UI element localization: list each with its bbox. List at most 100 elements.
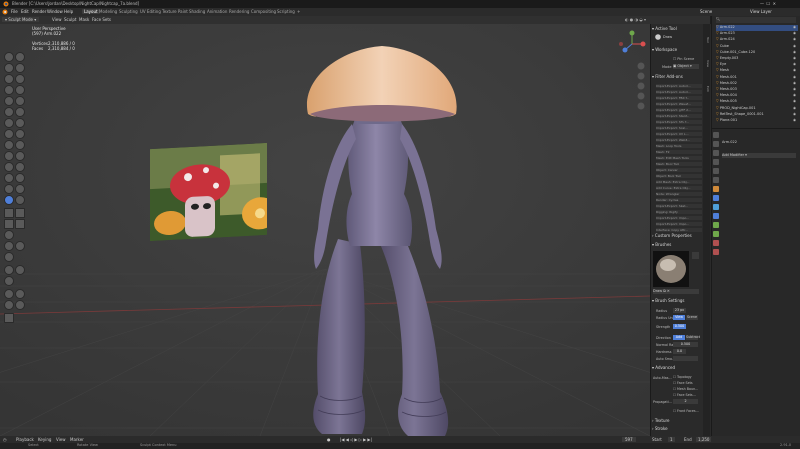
face-sets-boundary-checkbox[interactable]: ☐ Face Sets... <box>673 393 696 397</box>
tool-mask-by-color-icon[interactable] <box>4 265 14 275</box>
brush-preview-thumbnail[interactable] <box>653 251 689 287</box>
addon-item[interactable]: Rigging: Rigify <box>656 210 702 214</box>
visibility-eye-icon[interactable]: ◉ <box>793 50 796 54</box>
visibility-eye-icon[interactable]: ◉ <box>793 31 796 35</box>
tool-smooth-icon[interactable] <box>15 96 25 106</box>
outliner-item[interactable]: ▽ Arm.023 ◉ <box>716 31 798 37</box>
direction-add-button[interactable]: Add <box>673 335 685 340</box>
visibility-eye-icon[interactable]: ◉ <box>793 25 796 29</box>
outliner-item[interactable]: ▽ Cube ◉ <box>716 44 798 50</box>
tool-edit-face-set-icon[interactable] <box>4 252 14 262</box>
tool-paint-icon[interactable] <box>15 265 25 275</box>
tool-mask-icon[interactable] <box>4 195 14 205</box>
visibility-eye-icon[interactable]: ◉ <box>793 81 796 85</box>
addon-item[interactable]: Import-Export: Web3... <box>656 138 702 142</box>
direction-subtract-button[interactable]: Subtract <box>686 335 700 340</box>
tab-view[interactable]: View <box>703 54 710 74</box>
tool-slide-relax-icon[interactable] <box>4 173 14 183</box>
outliner-item[interactable]: ▽ Mesh.001 ◉ <box>716 75 798 81</box>
props-tab-output-icon[interactable] <box>713 150 719 156</box>
tool-flatten-icon[interactable] <box>4 107 14 117</box>
brushes-section[interactable]: ▾ Brushes <box>652 242 701 248</box>
tool-clay-thumb-icon[interactable] <box>4 74 14 84</box>
tool-grab-icon[interactable] <box>15 129 25 139</box>
menu-window[interactable]: Window <box>47 9 63 14</box>
addon-item[interactable]: Add Mesh: Extra Obj... <box>656 180 702 184</box>
workspace-tab-uv-editing[interactable]: UV Editing <box>140 9 161 14</box>
tool-annotate-icon[interactable] <box>4 313 14 323</box>
addon-item[interactable]: Node: Wrangler <box>656 192 702 196</box>
viewport-nav-buttons[interactable] <box>637 62 645 112</box>
visibility-eye-icon[interactable]: ◉ <box>793 37 796 41</box>
visibility-eye-icon[interactable]: ◉ <box>793 118 796 122</box>
blender-menu-icon[interactable] <box>2 9 8 15</box>
outliner-item[interactable]: ▽ PROD_NightCap.001 ◉ <box>716 106 798 112</box>
tool-multiplane-icon[interactable] <box>15 118 25 128</box>
addon-item[interactable]: Import-Export: gITF 2... <box>656 108 702 112</box>
addon-item[interactable]: Import-Export: Autod... <box>656 90 702 94</box>
addon-item[interactable]: Mesh: Loop Tools <box>656 144 702 148</box>
tool-clay-strips-icon[interactable] <box>15 63 25 73</box>
props-tab-scene-icon[interactable] <box>713 168 719 174</box>
mode-selector[interactable]: ▾ Sculpt Mode ▾ <box>2 17 40 22</box>
filter-addons-section[interactable]: ▾ Filter Add-ons <box>652 74 701 80</box>
keying-menu[interactable]: Keying <box>38 437 51 442</box>
visibility-eye-icon[interactable]: ◉ <box>793 56 796 60</box>
props-tab-object-icon[interactable] <box>713 186 719 192</box>
hardness-field[interactable]: 0.0 <box>673 349 686 354</box>
addon-item[interactable]: Import-Export: Stanf... <box>656 114 702 118</box>
workspace-tab-scripting[interactable]: Scripting <box>277 9 295 14</box>
propagate-field[interactable]: 2 <box>673 399 698 404</box>
workspace-tab-modeling[interactable]: Modeling <box>99 9 117 14</box>
tool-move-icon[interactable] <box>4 289 14 299</box>
addon-item[interactable]: Import-Export: Scal... <box>656 126 702 130</box>
visibility-eye-icon[interactable]: ◉ <box>793 87 796 91</box>
addon-item[interactable]: Render: Cycles <box>656 198 702 202</box>
workspace-tab-layout[interactable]: Layout <box>82 9 100 14</box>
tool-box-mask-icon[interactable] <box>4 208 14 218</box>
addon-item[interactable]: Add Curve: Extra Obj... <box>656 186 702 190</box>
end-field[interactable]: 1,250 <box>696 437 712 442</box>
view-layer-selector[interactable]: View Layer <box>750 9 772 14</box>
tool-box-face-set-icon[interactable] <box>4 219 14 229</box>
tool-nudge-icon[interactable] <box>4 162 14 172</box>
visibility-eye-icon[interactable]: ◉ <box>793 106 796 110</box>
radius-unit-scene-button[interactable]: Scene <box>686 315 698 320</box>
radius-unit-view-button[interactable]: View <box>673 315 685 320</box>
outliner-item[interactable]: ▽ Cube.001_Cube.120 ◉ <box>716 50 798 56</box>
tool-box-hide-icon[interactable] <box>15 208 25 218</box>
addon-item[interactable]: Import-Export: Autod... <box>656 84 702 88</box>
shading-mode-icons[interactable]: ◐ ● ◑ ◒ ▾ <box>625 17 646 22</box>
start-field[interactable]: 1 <box>668 437 675 442</box>
tool-clay-icon[interactable] <box>4 63 14 73</box>
tool-smear-icon[interactable] <box>4 276 14 286</box>
tool-pinch-icon[interactable] <box>4 129 14 139</box>
visibility-eye-icon[interactable]: ◉ <box>793 93 796 97</box>
add-modifier-dropdown[interactable]: Add Modifier ▾ <box>722 153 796 158</box>
tool-simplify-icon[interactable] <box>15 184 25 194</box>
navigation-gizmo-icon[interactable] <box>618 30 646 58</box>
workspace-tab-sculpting[interactable]: Sculpting <box>119 9 138 14</box>
brush-browse-icon[interactable] <box>692 252 699 259</box>
menu-help[interactable]: Help <box>64 9 73 14</box>
timeline-editor-icon[interactable]: ◷ <box>3 437 7 442</box>
addon-item[interactable]: Import-Export: Sket... <box>656 204 702 208</box>
addon-item[interactable]: Import-Export: Impo... <box>656 222 702 226</box>
stroke-section[interactable]: › Stroke <box>652 426 701 432</box>
pin-scene-checkbox[interactable]: ☐ Pin Scene <box>673 57 694 61</box>
menu-file[interactable]: File <box>11 9 18 14</box>
visibility-eye-icon[interactable]: ◉ <box>793 99 796 103</box>
outliner-item[interactable]: ▽ Arm.024 ◉ <box>716 37 798 43</box>
tab-edit[interactable]: Edit <box>703 78 710 100</box>
tool-line-project-icon[interactable] <box>4 230 14 240</box>
outliner-item[interactable]: ▽ RetTest_Shape_0001.001 ◉ <box>716 112 798 118</box>
custom-properties-section[interactable]: › Custom Properties <box>652 233 701 239</box>
tool-box-trim-icon[interactable] <box>15 219 25 229</box>
addon-item[interactable]: Import-Export: Wavef... <box>656 102 702 106</box>
face-sets-checkbox[interactable]: ☐ Face Sets <box>673 381 693 385</box>
props-tab-texture-icon[interactable] <box>713 249 719 255</box>
tool-elastic-icon[interactable] <box>4 140 14 150</box>
tool-scrape-icon[interactable] <box>4 118 14 128</box>
tab-tool[interactable]: Tool <box>703 30 710 50</box>
workspace-tab-animation[interactable]: Animation <box>207 9 227 14</box>
